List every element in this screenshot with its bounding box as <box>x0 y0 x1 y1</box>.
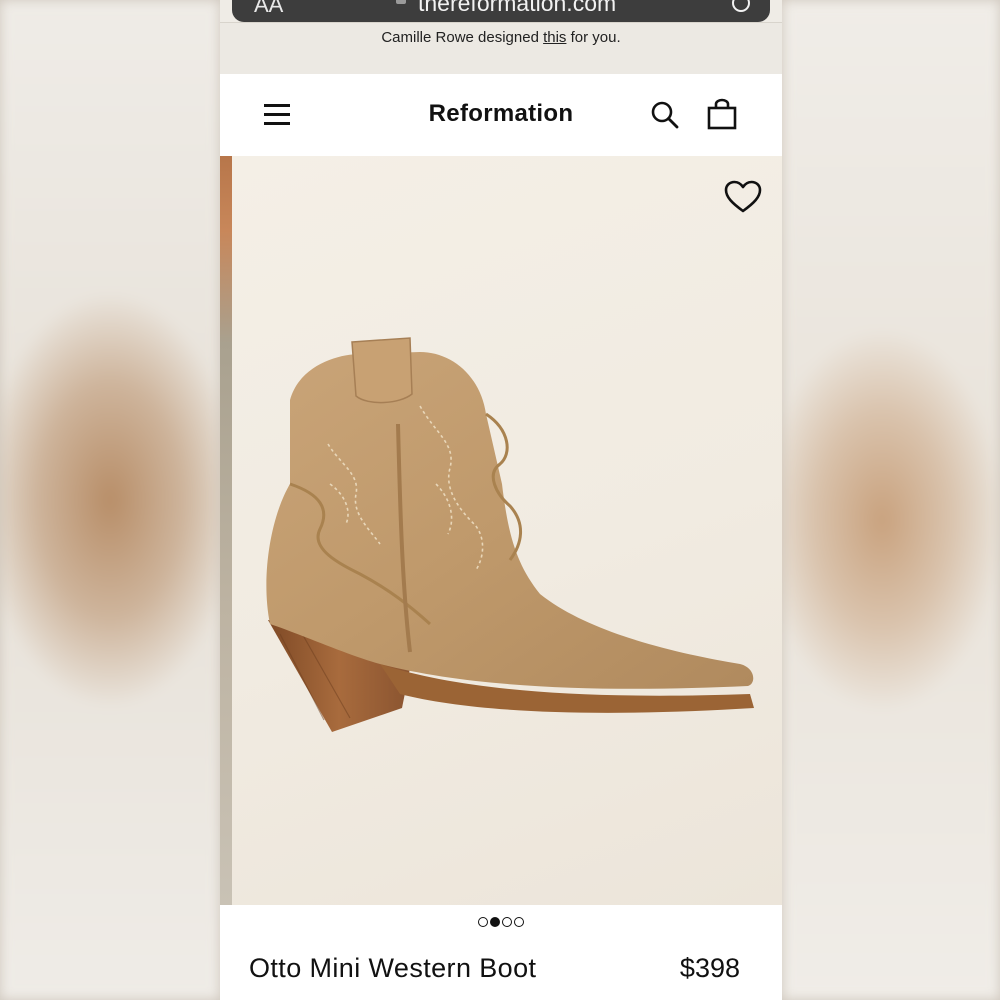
blurred-backdrop-right <box>782 0 1000 1000</box>
lock-icon <box>396 0 406 4</box>
promo-text-suffix: for you. <box>566 29 621 46</box>
reader-aa-button[interactable]: AA <box>254 0 283 18</box>
carousel-dot-1[interactable] <box>478 917 488 927</box>
promo-banner: Camille Rowe designed this for you. <box>220 22 782 75</box>
bag-icon[interactable] <box>706 98 738 130</box>
product-image-boot <box>266 337 754 732</box>
heart-outline-icon[interactable] <box>724 180 762 214</box>
browser-address-bar[interactable]: AA thereformation.com <box>232 0 770 22</box>
brand-logo[interactable]: Reformation <box>220 100 782 128</box>
blurred-backdrop-left <box>0 0 220 1000</box>
promo-text-prefix: Camille Rowe designed <box>381 29 544 46</box>
product-price: $398 <box>679 953 740 983</box>
promo-link[interactable]: this <box>543 29 566 46</box>
reload-icon[interactable] <box>732 0 750 12</box>
search-icon[interactable] <box>650 100 680 130</box>
product-image-gallery[interactable] <box>220 156 782 905</box>
carousel-indicator <box>220 905 782 939</box>
product-info: Otto Mini Western Boot $398 <box>220 939 782 1000</box>
carousel-dot-4[interactable] <box>514 917 524 927</box>
site-header: Reformation <box>220 74 782 156</box>
previous-image-peek[interactable] <box>220 156 232 905</box>
product-name[interactable]: Otto Mini Western Boot <box>249 953 536 984</box>
carousel-dot-3[interactable] <box>502 917 512 927</box>
carousel-dot-2-active[interactable] <box>490 917 500 927</box>
url-text[interactable]: thereformation.com <box>418 0 616 17</box>
phone-screen: AA thereformation.com Camille Rowe desig… <box>220 0 782 1000</box>
